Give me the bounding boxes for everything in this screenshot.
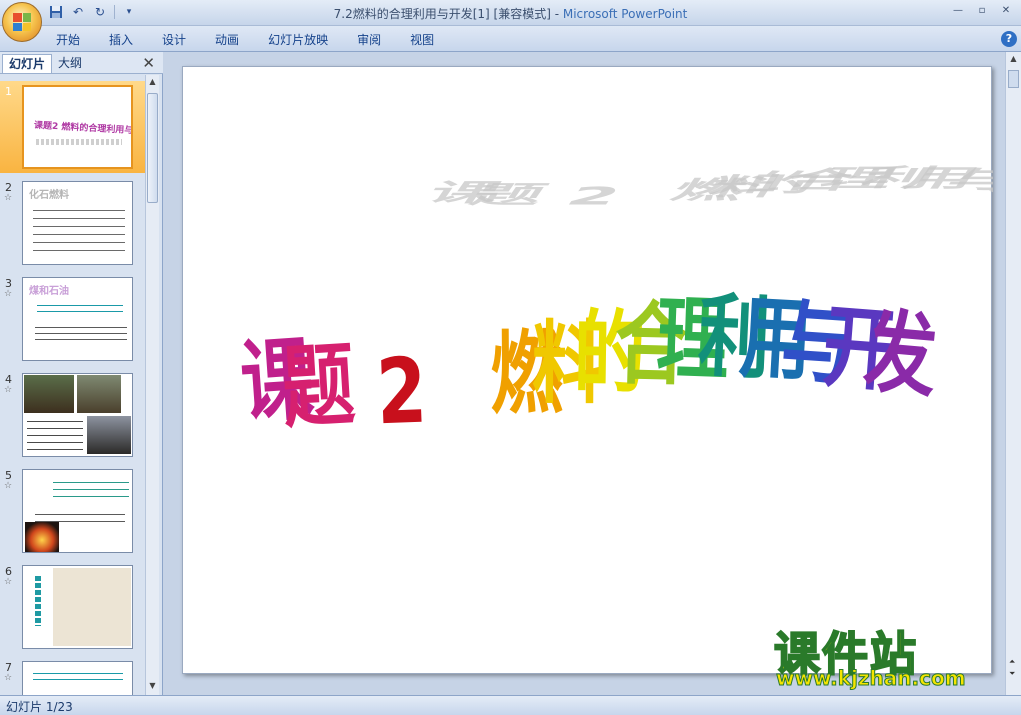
- close-pane-icon[interactable]: ✕: [142, 54, 155, 72]
- animation-star-icon: ☆: [4, 577, 13, 587]
- thumbnail-text-lines: [35, 324, 127, 344]
- thumbnail-scrollbar[interactable]: ▲ ▼: [145, 75, 159, 695]
- tab-review[interactable]: 审阅: [345, 31, 393, 49]
- slide-preview: 煤和石油: [22, 277, 133, 361]
- close-window-button[interactable]: ✕: [995, 2, 1017, 18]
- title-shadow-char: 2: [559, 182, 628, 211]
- slide-thumbnail-1[interactable]: 1 课题2 燃料的合理利用与开发: [0, 81, 145, 173]
- slide-preview: 课题2 燃料的合理利用与开发: [22, 85, 133, 169]
- scrollbar-thumb[interactable]: [1008, 70, 1019, 88]
- products-image: [53, 568, 131, 646]
- scroll-up-icon[interactable]: ▲: [1008, 54, 1019, 66]
- minimize-button[interactable]: —: [947, 2, 969, 18]
- thumbnail-colored-lines: [53, 478, 129, 500]
- slide-counter: 幻灯片 1/23: [6, 700, 73, 714]
- slide-thumbnail-7[interactable]: 7 ☆: [0, 657, 145, 695]
- status-bar: 幻灯片 1/23: [0, 695, 1021, 715]
- scroll-down-icon[interactable]: ▼: [147, 681, 158, 693]
- next-slide-icon[interactable]: ⏷: [1009, 669, 1015, 679]
- slide-preview: [22, 373, 133, 457]
- title-char: 发: [860, 300, 941, 411]
- slide-number: 1: [5, 85, 12, 98]
- mine-image: [87, 416, 131, 454]
- tab-insert[interactable]: 插入: [97, 31, 145, 49]
- app-name: Microsoft PowerPoint: [562, 7, 688, 21]
- watermark-logo: 课件站 www.kjzhan.com: [772, 618, 1004, 692]
- editor-scrollbar[interactable]: ▲ ⏶ ⏷: [1005, 52, 1021, 695]
- pane-tabs: 幻灯片 大纲 ✕: [0, 52, 163, 74]
- thumbnail-vertical-text: [35, 576, 41, 626]
- forest-image: [24, 375, 74, 413]
- animation-star-icon: ☆: [4, 481, 13, 491]
- animation-star-icon: ☆: [4, 385, 13, 395]
- slide-thumbnail-4[interactable]: 4 ☆: [0, 369, 145, 461]
- slide-thumbnail-3[interactable]: 3 ☆ 煤和石油: [0, 273, 145, 365]
- animation-star-icon: ☆: [4, 673, 13, 683]
- slide-editor: 课题2燃料的合理利用与开发课题2燃料的合理利用与开发 ▲ ⏶ ⏷: [163, 52, 1021, 695]
- slide-thumbnail-6[interactable]: 6 ☆: [0, 561, 145, 653]
- slide-title-wordart: 课题2燃料的合理利用与开发课题2燃料的合理利用与开发: [237, 163, 1021, 446]
- title-shadow-decoration: [36, 139, 122, 145]
- scrollbar-thumb[interactable]: [147, 93, 158, 203]
- animation-star-icon: ☆: [4, 193, 13, 203]
- thumbnail-list: 1 课题2 燃料的合理利用与开发 2 ☆ 化石燃料 3 ☆ 煤和石油 4 ☆ 5…: [0, 75, 145, 695]
- help-icon[interactable]: ?: [1001, 31, 1017, 47]
- title-char: 2: [375, 339, 429, 446]
- slide-preview: [22, 661, 133, 695]
- thumbnail-title: 化石燃料: [29, 190, 69, 201]
- thumbnail-text-lines: [33, 206, 125, 256]
- title-char: 题: [279, 333, 358, 442]
- ribbon-tabs: 开始 插入 设计 动画 幻灯片放映 审阅 视图 ?: [0, 26, 1021, 52]
- animation-star-icon: ☆: [4, 289, 13, 299]
- tab-view[interactable]: 视图: [398, 31, 446, 49]
- tab-design[interactable]: 设计: [150, 31, 198, 49]
- window-controls: — ▫ ✕: [947, 2, 1017, 18]
- window-title: 7.2燃料的合理利用与开发[1] [兼容模式] - Microsoft Powe…: [0, 5, 1021, 22]
- tree-image: [77, 375, 121, 413]
- fire-image: [25, 522, 59, 552]
- thumbnail-title: 课题2 燃料的合理利用与开发: [33, 120, 133, 138]
- restore-button[interactable]: ▫: [971, 2, 993, 18]
- thumbnail-title: 煤和石油: [29, 286, 69, 297]
- prev-slide-icon[interactable]: ⏶: [1009, 657, 1015, 667]
- tab-slideshow[interactable]: 幻灯片放映: [256, 31, 340, 49]
- slide-preview: [22, 565, 133, 649]
- thumbnail-question-lines: [37, 302, 123, 314]
- slides-pane: 幻灯片 大纲 ✕ 1 课题2 燃料的合理利用与开发 2 ☆ 化石燃料 3 ☆ 煤…: [0, 52, 163, 695]
- scroll-up-icon[interactable]: ▲: [147, 77, 158, 89]
- slide-preview: [22, 469, 133, 553]
- title-bar: ↶ ↻ ▾ 7.2燃料的合理利用与开发[1] [兼容模式] - Microsof…: [0, 0, 1021, 26]
- slide-preview: 化石燃料: [22, 181, 133, 265]
- thumbnail-question-lines: [33, 670, 123, 682]
- tab-home[interactable]: 开始: [44, 31, 92, 49]
- current-slide[interactable]: 课题2燃料的合理利用与开发课题2燃料的合理利用与开发: [182, 66, 1021, 674]
- tab-slides[interactable]: 幻灯片: [2, 54, 53, 73]
- watermark-url: www.kjzhan.com: [776, 666, 967, 691]
- tab-outline[interactable]: 大纲: [52, 54, 88, 73]
- thumbnail-text-lines: [27, 418, 83, 452]
- office-logo-icon: [13, 13, 31, 31]
- slide-thumbnail-5[interactable]: 5 ☆: [0, 465, 145, 557]
- tab-animations[interactable]: 动画: [203, 31, 251, 49]
- office-button[interactable]: [2, 2, 42, 42]
- document-title: 7.2燃料的合理利用与开发[1] [兼容模式] -: [333, 7, 563, 21]
- slide-thumbnail-2[interactable]: 2 ☆ 化石燃料: [0, 177, 145, 269]
